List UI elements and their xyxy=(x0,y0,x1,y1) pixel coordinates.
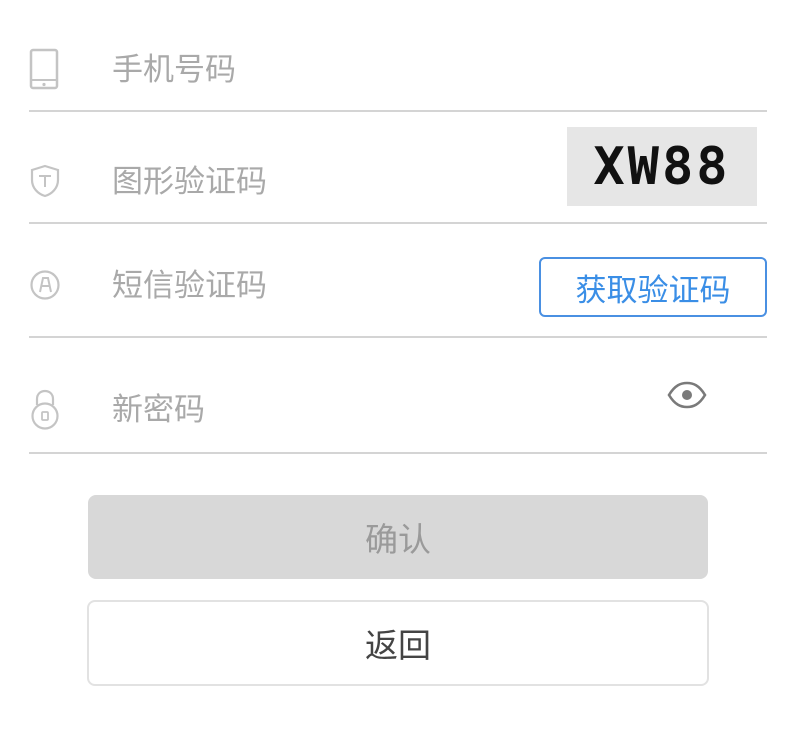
captcha-image[interactable]: XW88 xyxy=(567,127,757,206)
eye-icon[interactable] xyxy=(667,380,707,410)
new-password-input[interactable] xyxy=(112,388,512,432)
get-code-button[interactable]: 获取验证码 xyxy=(539,257,767,317)
password-row xyxy=(29,338,767,454)
shield-icon xyxy=(29,164,61,198)
phone-input[interactable] xyxy=(112,48,532,92)
back-button[interactable]: 返回 xyxy=(87,600,709,686)
lock-icon xyxy=(29,388,61,430)
confirm-button[interactable]: 确认 xyxy=(88,495,708,579)
captcha-row: XW88 xyxy=(29,112,767,224)
phone-icon xyxy=(29,48,59,90)
reset-password-form: XW88 获取验证码 确认 返回 xyxy=(0,0,792,734)
sms-row: 获取验证码 xyxy=(29,224,767,338)
sms-code-input[interactable] xyxy=(112,264,512,308)
sms-code-icon xyxy=(29,269,61,301)
phone-row xyxy=(29,0,767,112)
captcha-input[interactable] xyxy=(112,160,512,204)
